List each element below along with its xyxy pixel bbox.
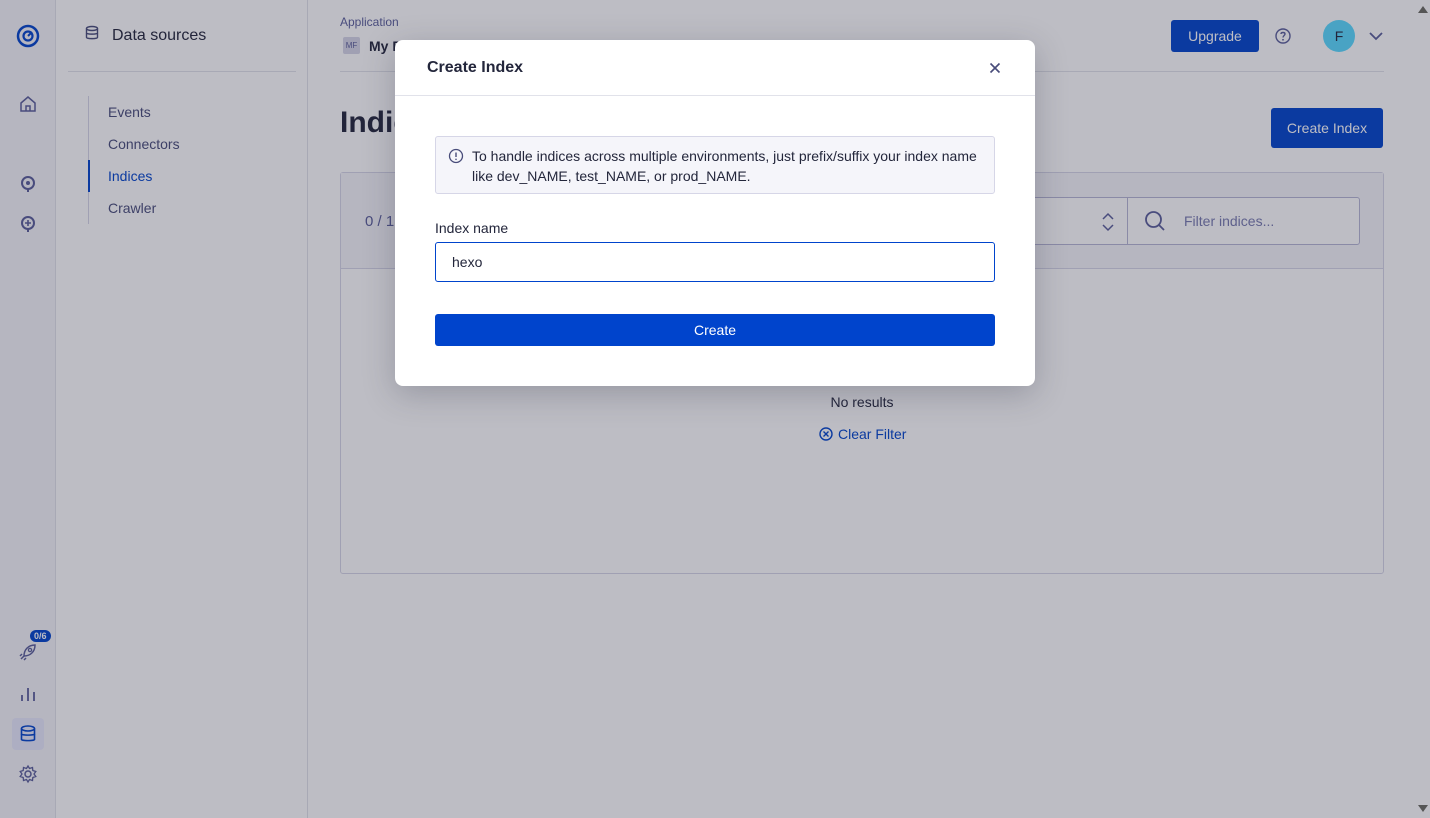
modal-header: Create Index bbox=[395, 40, 1035, 96]
scroll-down-arrow[interactable] bbox=[1418, 805, 1428, 812]
index-name-input[interactable] bbox=[435, 242, 995, 282]
create-button[interactable]: Create bbox=[435, 314, 995, 346]
create-index-modal: Create Index To handle indices across mu… bbox=[395, 40, 1035, 386]
scroll-up-arrow[interactable] bbox=[1418, 6, 1428, 13]
close-icon[interactable] bbox=[987, 60, 1003, 76]
index-name-label: Index name bbox=[435, 220, 509, 236]
info-icon bbox=[448, 148, 464, 164]
info-text: To handle indices across multiple enviro… bbox=[472, 148, 977, 184]
info-callout: To handle indices across multiple enviro… bbox=[435, 136, 995, 194]
modal-title: Create Index bbox=[427, 58, 524, 76]
